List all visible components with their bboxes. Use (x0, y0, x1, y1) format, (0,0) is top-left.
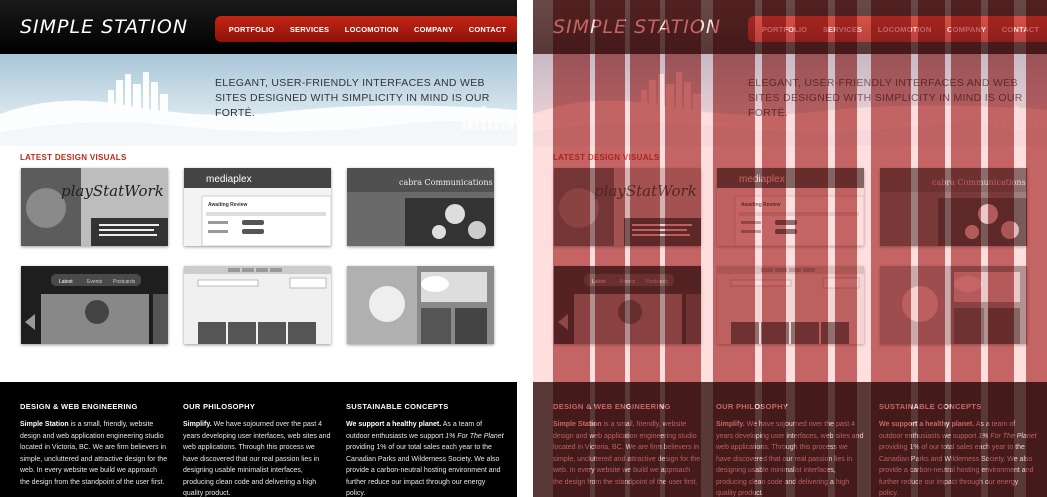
dashboard-image: mediaplex Awaiting Review (184, 168, 331, 246)
footer-text: Simplify. We have sojourned over the pas… (183, 419, 331, 497)
overlay-stripe (1026, 0, 1047, 497)
thumb-cabra[interactable]: cabra Communications (347, 168, 494, 246)
footer-heading: SUSTAINABLE CONCEPTS (346, 402, 449, 411)
thumb-playstation-work[interactable]: playStatWork (21, 168, 168, 246)
nav-contact[interactable]: CONTACT (469, 25, 507, 34)
overlay-stripe (665, 0, 701, 497)
thumb-mediaplex[interactable]: mediaplex Awaiting Review (184, 168, 331, 246)
footer-bold: Simplify. (183, 421, 212, 428)
latest-visuals-title: LATEST DESIGN VISUALS (20, 153, 127, 162)
site-header: SIMPLE STATION PORTFOLIO SERVICES LOCOMO… (0, 0, 517, 54)
overlay-stripe (871, 0, 911, 497)
thumb-search-screen[interactable] (184, 266, 331, 344)
overlay-stripe (595, 0, 625, 497)
hero-banner: ELEGANT, USER-FRIENDLY INTERFACES AND WE… (0, 54, 517, 146)
tab-latest: Latest (59, 279, 73, 285)
footer-heading: DESIGN & WEB ENGINEERING (20, 402, 138, 411)
comic-image (347, 266, 494, 344)
overlay-stripe (951, 0, 981, 497)
footer-emphasis: 1% For The Planet (445, 432, 504, 440)
main-nav: PORTFOLIO SERVICES LOCOMOTION COMPANY CO… (215, 16, 517, 42)
hero-tagline: ELEGANT, USER-FRIENDLY INTERFACES AND WE… (215, 77, 490, 119)
overlay-stripe (795, 0, 828, 497)
footer-text: Simple Station is a small, friendly, web… (20, 419, 168, 488)
website-overlay-copy: SIMPLE STATION PORTFOLIO SERVICES LOCOMO… (533, 0, 1047, 497)
screenshot-stage: SIMPLE STATION PORTFOLIO SERVICES LOCOMO… (0, 0, 1047, 497)
search-image (184, 266, 331, 344)
site-footer: DESIGN & WEB ENGINEERING Simple Station … (0, 382, 517, 497)
overlay-stripe (630, 0, 660, 497)
footer-bold: We support a healthy planet. (346, 421, 442, 428)
overlay-stripe (988, 0, 1014, 497)
footer-col-design: DESIGN & WEB ENGINEERING Simple Station … (20, 402, 168, 488)
overlay-stripe (835, 0, 857, 497)
overlay-stripe (762, 0, 786, 497)
footer-body: We have sojourned over the past 4 years … (183, 421, 331, 497)
thumb-comic-collage[interactable] (347, 266, 494, 344)
footer-heading: OUR PHILOSOPHY (183, 402, 256, 411)
thumb-title: mediaplex (206, 174, 252, 185)
collage-image: playStatWork (21, 168, 168, 246)
cabra-image: cabra Communications (347, 168, 494, 246)
footer-body: providing 1% of our total sales each yea… (346, 444, 501, 497)
thumb-latest-tabs[interactable]: Latest Events Postcards (21, 266, 168, 344)
design-visuals-grid: playStatWork mediaplex Awaiting Review c… (21, 168, 496, 348)
nav-locomotion[interactable]: LOCOMOTION (345, 25, 399, 34)
footer-bold: Simple Station (20, 421, 69, 428)
thumb-subtitle: Awaiting Review (208, 202, 247, 208)
nav-services[interactable]: SERVICES (290, 25, 329, 34)
footer-col-sustainable: SUSTAINABLE CONCEPTS We support a health… (346, 402, 504, 497)
nav-portfolio[interactable]: PORTFOLIO (229, 25, 275, 34)
tab-events: Events (87, 279, 103, 285)
nav-company[interactable]: COMPANY (414, 25, 453, 34)
site-logo[interactable]: SIMPLE STATION (20, 16, 188, 38)
footer-body: is a small, friendly, website design and… (20, 421, 168, 486)
thumb-title: playStatWork (61, 182, 164, 200)
overlay-stripe (713, 0, 755, 497)
tabs-image: Latest Events Postcards (21, 266, 168, 344)
overlay-stripe (553, 0, 590, 497)
website-original: SIMPLE STATION PORTFOLIO SERVICES LOCOMO… (0, 0, 517, 497)
footer-text: We support a healthy planet. As a team o… (346, 419, 504, 497)
tab-postcards: Postcards (113, 279, 136, 285)
footer-col-philosophy: OUR PHILOSOPHY Simplify. We have sojourn… (183, 402, 331, 497)
overlay-stripe (918, 0, 945, 497)
thumb-title: cabra Communications (399, 178, 493, 187)
